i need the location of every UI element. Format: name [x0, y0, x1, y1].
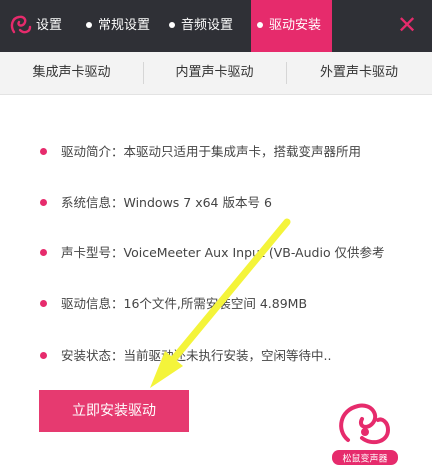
subtab-external-driver[interactable]: 外置声卡驱动 [286, 52, 432, 94]
squirrel-logo-icon [10, 15, 32, 34]
subtab-integrated-driver[interactable]: 集成声卡驱动 [0, 52, 143, 94]
driver-description: 驱动简介：本驱动只适用于集成声卡，搭载变声器所用 [61, 144, 362, 159]
driver-info: 驱动信息：16个文件,所需安装空间 4.89MB [61, 296, 308, 311]
tab-general-settings[interactable]: 常规设置 [86, 0, 150, 52]
brand-logo-text: 松鼠变声器 [342, 453, 387, 465]
tab-dot-icon [169, 21, 175, 28]
driver-description-row: 驱动简介：本驱动只适用于集成声卡，搭载变声器所用 [40, 141, 361, 160]
install-status: 安装状态：当前驱动还未执行安装，空闲等待中.. [61, 348, 332, 363]
install-status-row: 安装状态：当前驱动还未执行安装，空闲等待中.. [40, 345, 331, 364]
tab-label: 常规设置 [98, 18, 151, 33]
tab-label: 驱动安装 [269, 18, 322, 33]
subtab-internal-driver[interactable]: 内置声卡驱动 [143, 52, 286, 94]
bullet-icon [40, 148, 47, 155]
bullet-icon [40, 352, 47, 359]
install-driver-button[interactable]: 立即安装驱动 [39, 390, 189, 432]
driver-subtabs: 集成声卡驱动 内置声卡驱动 外置声卡驱动 [0, 52, 432, 95]
system-info-row: 系统信息：Windows 7 x64 版本号 6 [40, 192, 272, 211]
bullet-icon [40, 300, 47, 307]
tab-driver-install[interactable]: 驱动安装 [251, 0, 332, 52]
system-info: 系统信息：Windows 7 x64 版本号 6 [61, 195, 272, 210]
close-icon[interactable]: ✕ [396, 13, 418, 37]
sound-card-model: 声卡型号：VoiceMeeter Aux Input (VB-Audio 仅供参… [61, 245, 385, 260]
tab-label: 音频设置 [181, 18, 234, 33]
tab-dot-icon [257, 21, 263, 28]
bullet-icon [40, 199, 47, 206]
title-bar: 设置 常规设置 音频设置 驱动安装 ✕ [0, 0, 432, 52]
squirrel-brand-logo-icon: 松鼠变声器 [332, 403, 398, 465]
sound-card-model-row: 声卡型号：VoiceMeeter Aux Input (VB-Audio 仅供参… [40, 242, 385, 261]
tab-audio-settings[interactable]: 音频设置 [169, 0, 233, 52]
bullet-icon [40, 249, 47, 256]
driver-info-row: 驱动信息：16个文件,所需安装空间 4.89MB [40, 293, 307, 312]
tab-settings[interactable]: 设置 [36, 0, 62, 52]
tab-dot-icon [86, 21, 92, 28]
